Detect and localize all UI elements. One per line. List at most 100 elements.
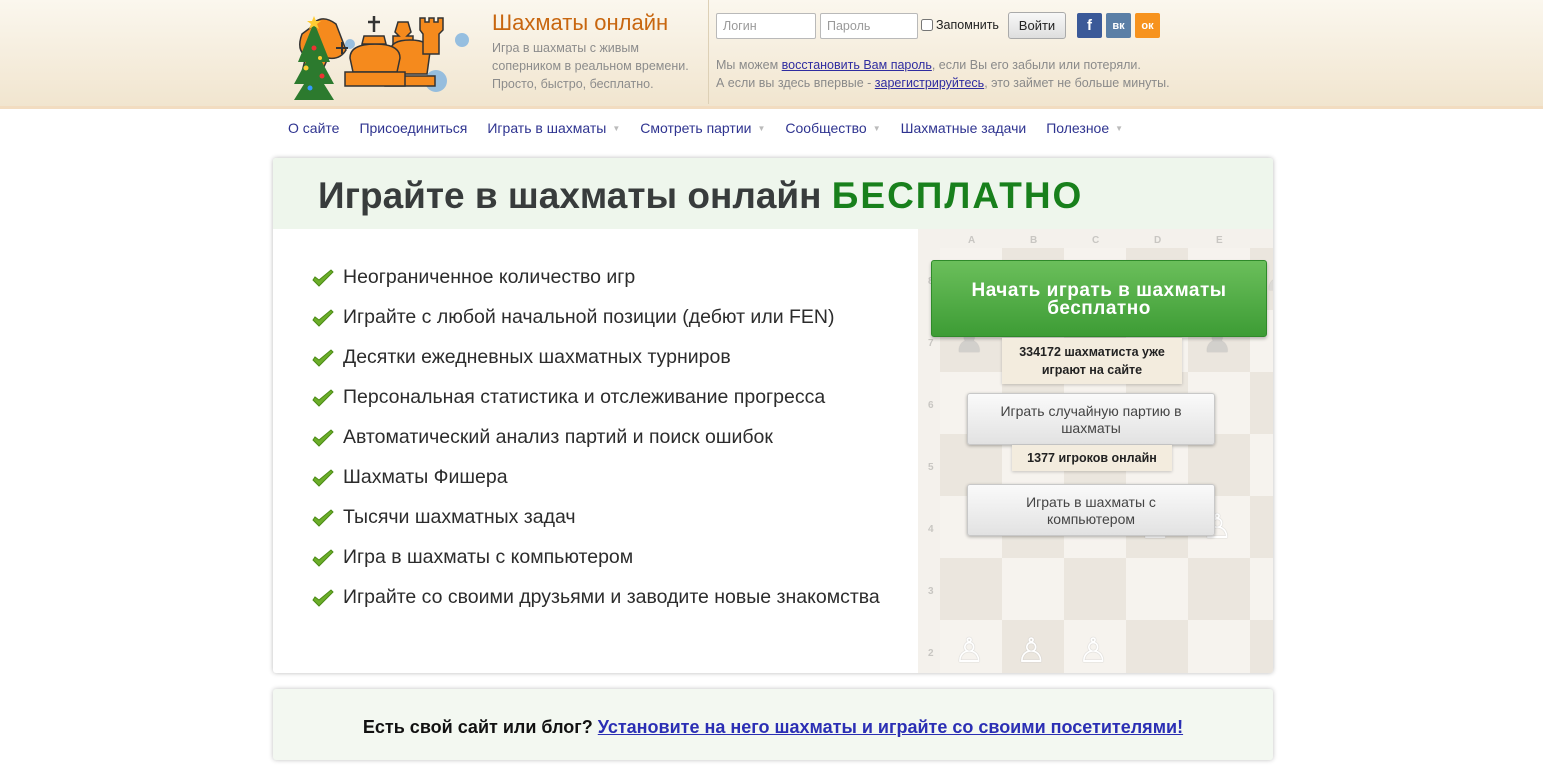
board-square (1250, 620, 1273, 673)
board-square (1250, 372, 1273, 434)
feature-item: Десятки ежедневных шахматных турниров (311, 346, 880, 386)
nav-label: Играть в шахматы (487, 120, 607, 136)
site-title-link[interactable]: Шахматы онлайн (492, 10, 668, 36)
page-title-text: Играйте в шахматы онлайн (318, 175, 822, 216)
online-count-badge: 1377 игроков онлайн (1012, 445, 1172, 471)
board-square (1188, 558, 1250, 620)
board-rank-label: 3 (928, 586, 934, 597)
checkmark-icon (312, 429, 334, 447)
feature-item: Автоматический анализ партий и поиск оши… (311, 426, 880, 466)
feature-text: Автоматический анализ партий и поиск оши… (343, 426, 773, 448)
nav-item-puzzles[interactable]: Шахматные задачи (901, 120, 1027, 136)
main-nav: О сайте Присоединиться Играть в шахматы ▼… (278, 120, 1133, 136)
nav-item-watch[interactable]: Смотреть партии ▼ (640, 120, 765, 136)
promo-header: Играйте в шахматы онлайн БЕСПЛАТНО (273, 158, 1273, 229)
board-square (1250, 558, 1273, 620)
computer-game-line1: Играть в шахматы с (1026, 494, 1156, 510)
odnoklassniki-icon[interactable]: ок (1135, 13, 1160, 38)
checkmark-icon (312, 469, 334, 487)
vk-glyph: вк (1112, 19, 1125, 32)
login-button[interactable]: Войти (1008, 12, 1066, 39)
password-input[interactable] (820, 13, 918, 39)
board-rank-label: 2 (928, 648, 934, 659)
board-square (1126, 558, 1188, 620)
board-square (1126, 620, 1188, 673)
hint1-pre: Мы можем (716, 58, 782, 72)
hint2-post: , это займет не больше минуты. (984, 76, 1170, 90)
chevron-down-icon: ▼ (1115, 123, 1124, 133)
checkmark-icon (312, 389, 334, 407)
feature-text: Неограниченное количество игр (343, 266, 636, 288)
remember-checkbox[interactable] (921, 19, 933, 31)
register-link[interactable]: зарегистрируйтесь (875, 76, 984, 90)
board-rank-label: 6 (928, 400, 934, 411)
feature-item: Неограниченное количество игр (311, 266, 880, 306)
random-game-line1: Играть случайную партию в (1000, 403, 1182, 419)
vk-icon[interactable]: вк (1106, 13, 1131, 38)
chess-pawn-icon: ♙ (954, 632, 985, 670)
remember-me[interactable]: Запомнить (921, 18, 999, 32)
nav-item-join[interactable]: Присоединиться (359, 120, 467, 136)
nav-label: Смотреть партии (640, 120, 752, 136)
players-count-line1: 334172 шахматиста уже (1019, 345, 1165, 359)
random-game-button[interactable]: Играть случайную партию в шахматы (967, 393, 1215, 445)
register-hint: А если вы здесь впервые - зарегистрируйт… (716, 76, 1170, 90)
feature-text: Десятки ежедневных шахматных турниров (343, 346, 731, 368)
feature-text: Играйте с любой начальной позиции (дебют… (343, 306, 835, 328)
feature-item: Шахматы Фишера (311, 466, 880, 506)
start-playing-button[interactable]: Начать играть в шахматы бесплатно (931, 260, 1267, 337)
header-divider (708, 0, 709, 104)
site-header: Шахматы онлайн Игра в шахматы с живым со… (0, 0, 1543, 109)
chess-pawn-icon: ♙ (1078, 632, 1109, 670)
board-square (1064, 558, 1126, 620)
chevron-down-icon: ▼ (872, 123, 881, 133)
page-title: Играйте в шахматы онлайн БЕСПЛАТНО (318, 175, 1083, 217)
board-rank-label: 7 (928, 338, 934, 349)
nav-item-community[interactable]: Сообщество ▼ (785, 120, 880, 136)
logo-chess-pieces-icon[interactable] (290, 8, 475, 102)
feature-text: Персональная статистика и отслеживание п… (343, 386, 826, 408)
hint2-pre: А если вы здесь впервые - (716, 76, 875, 90)
board-file-label: B (1030, 235, 1038, 246)
checkmark-icon (312, 509, 334, 527)
feature-text: Тысячи шахматных задач (343, 506, 576, 528)
site-tagline: Игра в шахматы с живым соперником в реал… (492, 41, 689, 91)
nav-label: Сообщество (785, 120, 867, 136)
ok-glyph: ок (1141, 19, 1154, 32)
board-square (1250, 434, 1273, 496)
nav-item-play[interactable]: Играть в шахматы ▼ (487, 120, 620, 136)
chevron-down-icon: ▼ (757, 123, 766, 133)
board-square (940, 558, 1002, 620)
checkmark-icon (312, 309, 334, 327)
facebook-icon[interactable]: f (1077, 13, 1102, 38)
nav-label: Присоединиться (359, 120, 468, 136)
nav-label: Шахматные задачи (900, 120, 1027, 136)
checkmark-icon (312, 349, 334, 367)
login-input[interactable] (716, 13, 816, 39)
computer-game-line2: компьютером (1047, 511, 1135, 527)
board-square (1002, 558, 1064, 620)
feature-list: Неограниченное количество игр Играйте с … (311, 266, 880, 626)
board-square (1188, 620, 1250, 673)
board-square (1250, 496, 1273, 558)
checkmark-icon (312, 589, 334, 607)
feature-item: Игра в шахматы с компьютером (311, 546, 880, 586)
players-count-line2: играют на сайте (1041, 363, 1143, 377)
feature-item: Играйте со своими друзьями и заводите но… (311, 586, 880, 626)
board-file-label: D (1154, 235, 1162, 246)
players-count-badge: 334172 шахматиста уже играют на сайте (1002, 338, 1182, 384)
nav-item-useful[interactable]: Полезное ▼ (1046, 120, 1123, 136)
banner-question: Есть свой сайт или блог? (362, 717, 593, 737)
install-banner: Есть свой сайт или блог? Установите на н… (273, 689, 1273, 760)
recover-password-link[interactable]: восстановить Вам пароль (782, 58, 932, 72)
checkmark-icon (312, 269, 334, 287)
feature-item: Тысячи шахматных задач (311, 506, 880, 546)
board-rank-label: 5 (928, 462, 934, 473)
checkmark-icon (312, 549, 334, 567)
feature-item: Играйте с любой начальной позиции (дебют… (311, 306, 880, 346)
nav-item-about[interactable]: О сайте (288, 120, 339, 136)
feature-text: Игра в шахматы с компьютером (343, 546, 634, 568)
board-file-label: A (968, 235, 976, 246)
computer-game-button[interactable]: Играть в шахматы с компьютером (967, 484, 1215, 536)
install-widget-link[interactable]: Установите на него шахматы и играйте со … (598, 717, 1183, 737)
